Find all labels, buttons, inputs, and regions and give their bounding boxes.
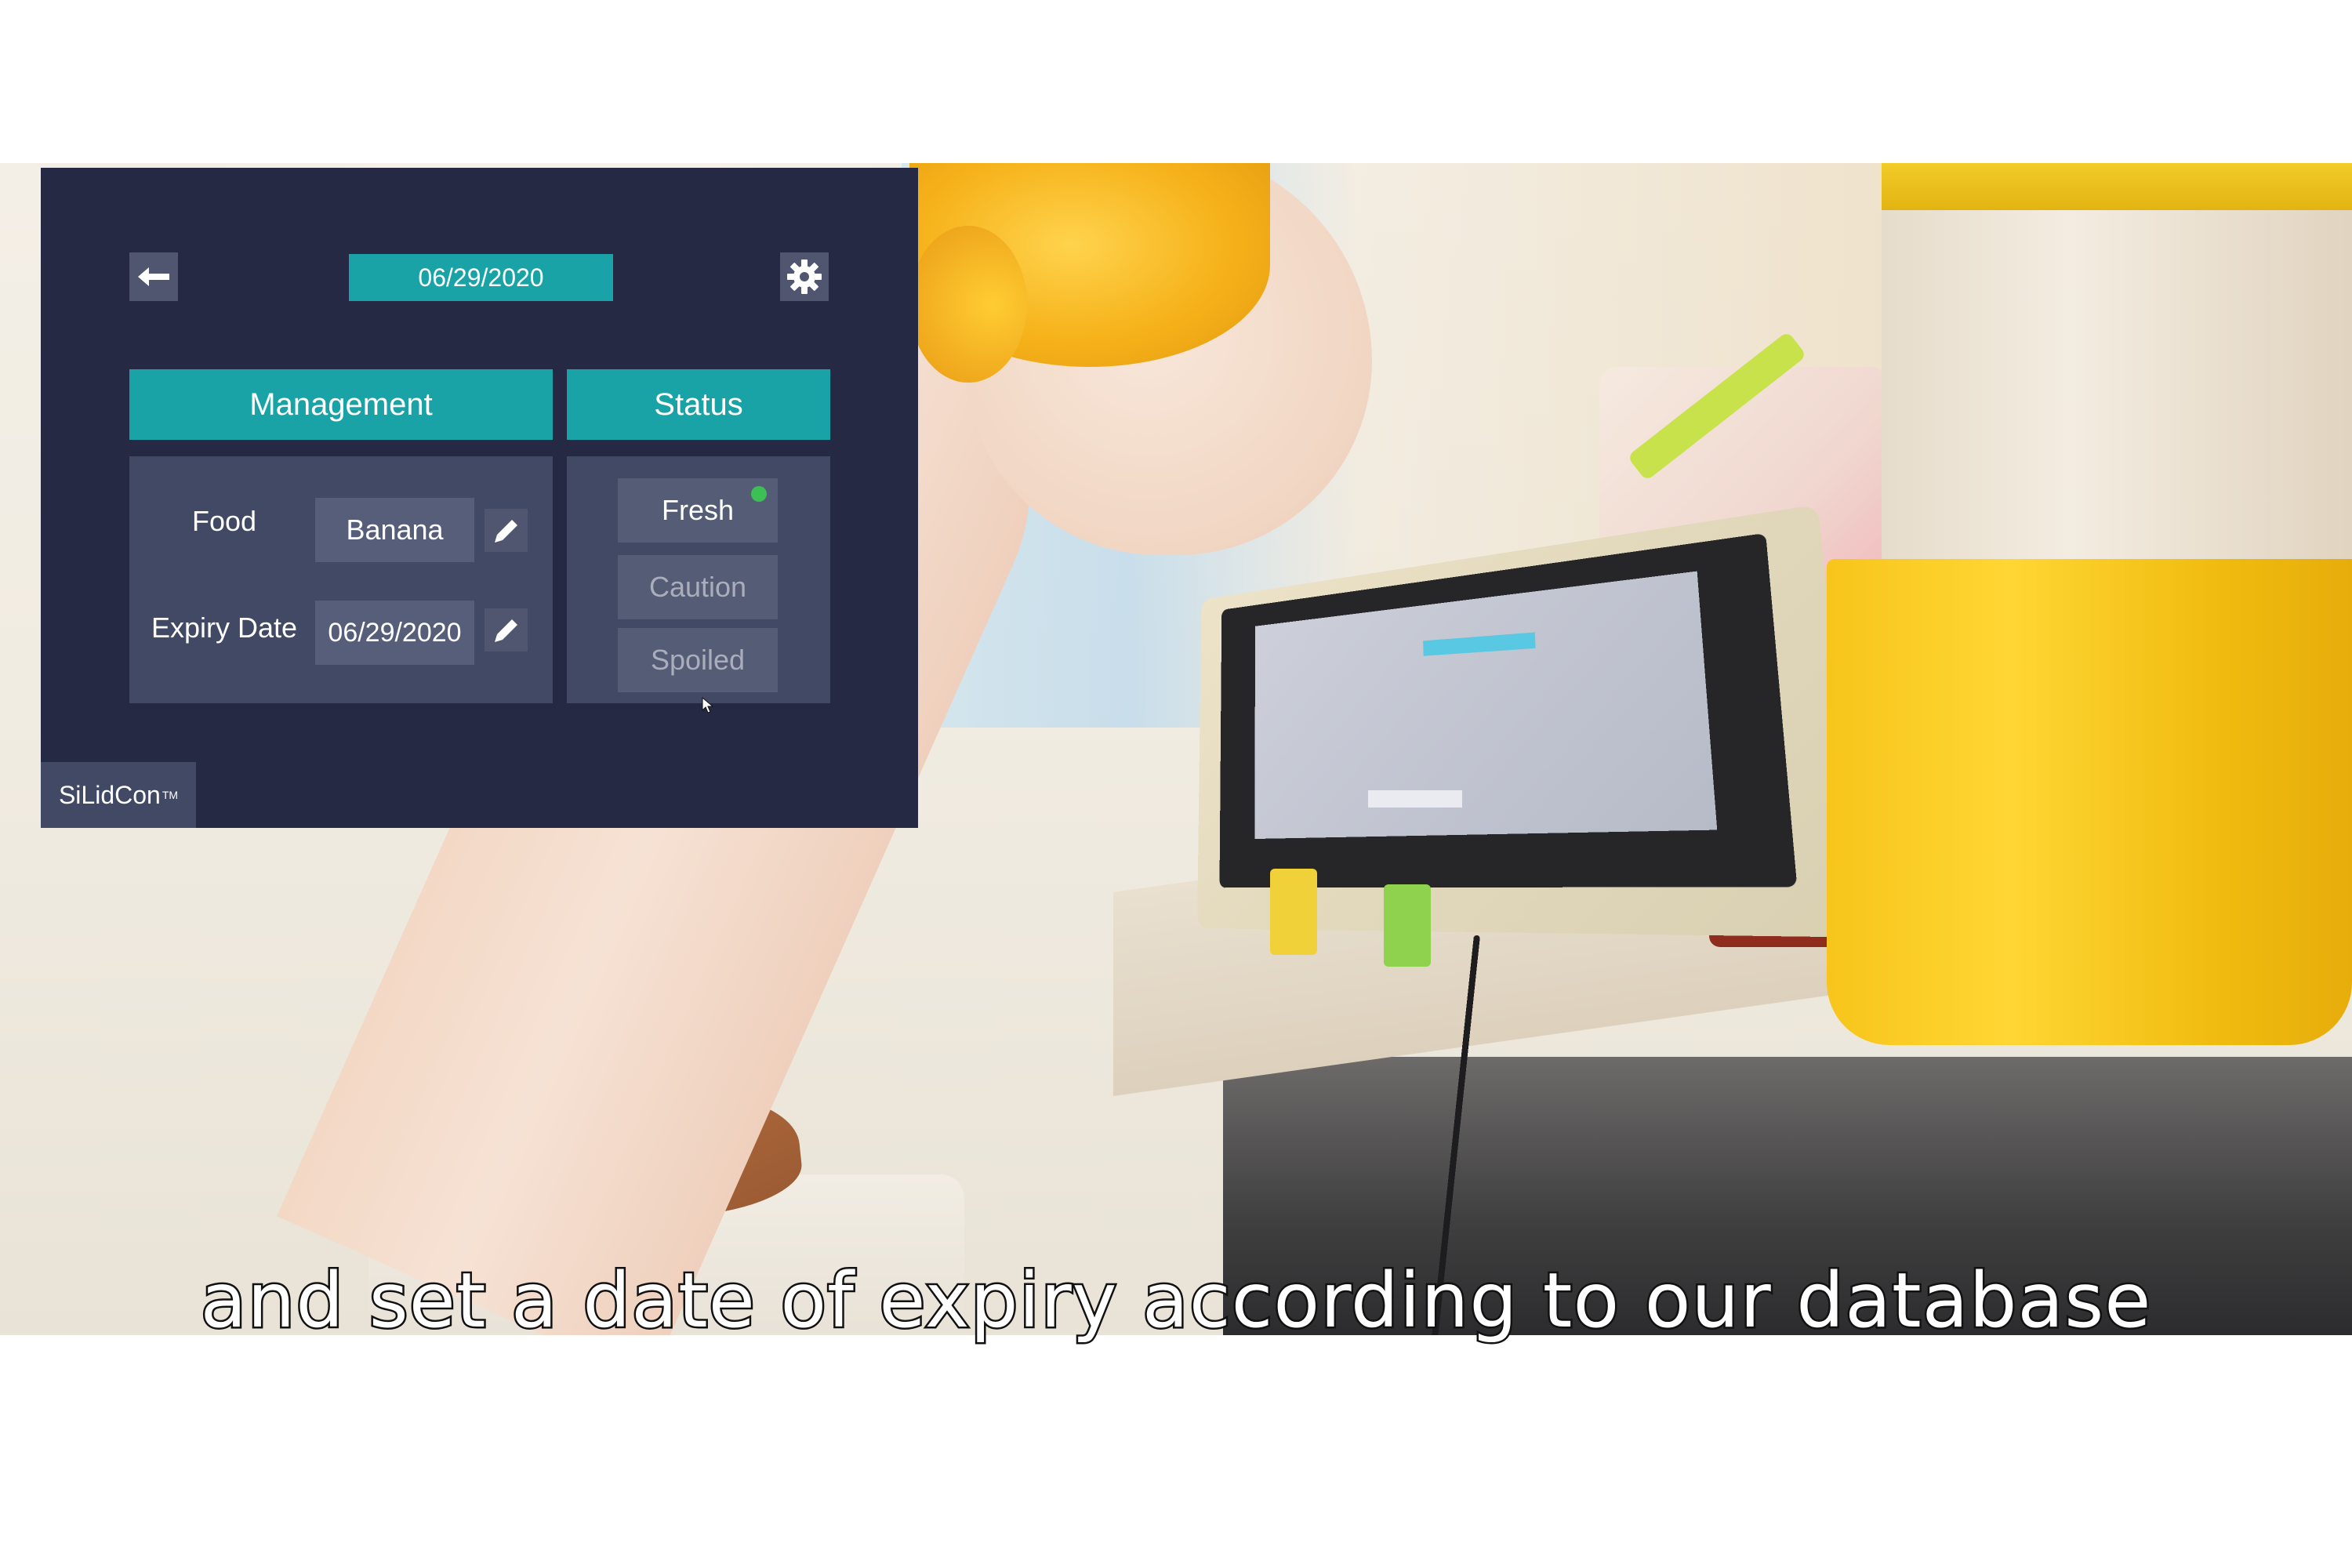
food-label: Food	[191, 505, 257, 537]
back-arrow-icon	[138, 267, 169, 286]
pencil-icon	[494, 519, 517, 543]
orange-fruit-edge	[909, 226, 1027, 383]
brand-name: SiLidCon	[58, 780, 161, 809]
tab-status[interactable]: Status	[567, 369, 830, 440]
app-window: 06/29/2020 Management Status Food Banana	[41, 168, 918, 828]
pencil-icon	[494, 619, 517, 642]
fresh-indicator-dot	[751, 486, 767, 502]
status-fresh-label: Fresh	[661, 494, 735, 526]
edit-expiry-button[interactable]	[485, 608, 528, 652]
green-stand-clip	[1384, 884, 1431, 967]
container-lid	[1882, 163, 2352, 210]
status-spoiled-button[interactable]: Spoiled	[618, 628, 778, 692]
yellow-stand-clip	[1270, 869, 1317, 955]
edit-food-button[interactable]	[485, 509, 528, 552]
date-header: 06/29/2020	[349, 254, 613, 301]
video-subtitle: and set a date of expiry according to ou…	[198, 1255, 2153, 1347]
gear-icon	[787, 260, 822, 294]
brand-badge: SiLidCon TM	[41, 762, 196, 828]
container-top	[1882, 163, 2352, 571]
settings-button[interactable]	[780, 252, 829, 301]
yellow-container	[1827, 559, 2352, 1045]
tablet-button	[1368, 790, 1462, 808]
expiry-date-label: Expiry Date	[151, 612, 298, 644]
cursor-icon	[702, 697, 714, 713]
status-fresh-button[interactable]: Fresh	[618, 478, 778, 543]
trademark-mark: TM	[162, 789, 179, 801]
management-panel	[129, 456, 553, 703]
tab-management[interactable]: Management	[129, 369, 553, 440]
status-caution-button[interactable]: Caution	[618, 555, 778, 619]
back-button[interactable]	[129, 252, 178, 301]
food-value-field[interactable]: Banana	[315, 498, 474, 562]
expiry-date-field[interactable]: 06/29/2020	[315, 601, 474, 665]
